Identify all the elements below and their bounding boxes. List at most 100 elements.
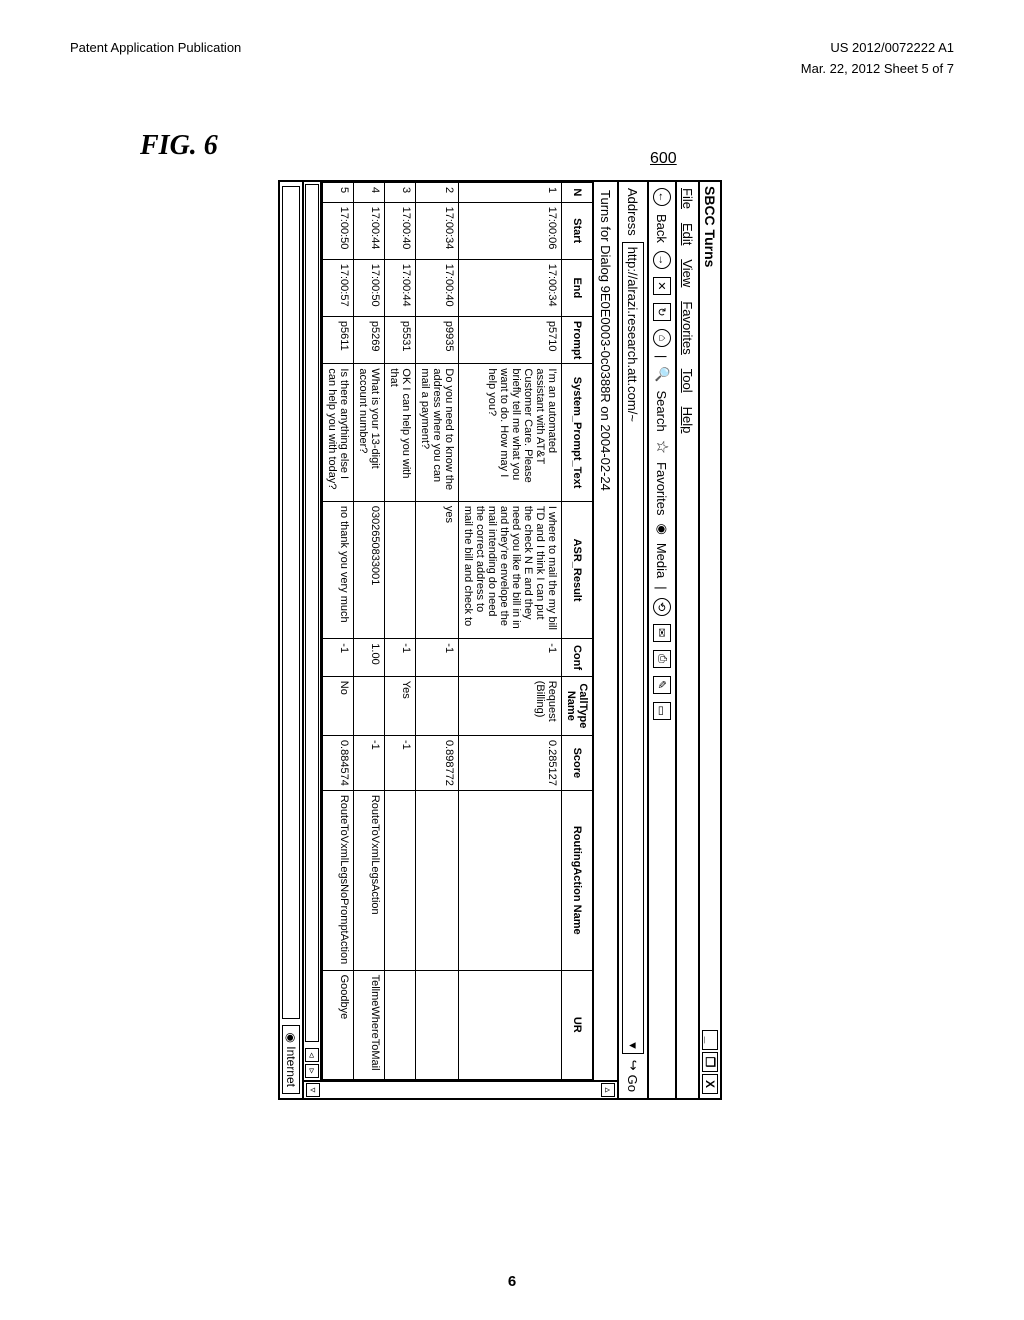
stop-icon[interactable]: ✕ bbox=[653, 277, 671, 295]
scroll-down-icon[interactable]: ▿ bbox=[306, 1083, 320, 1097]
table-row: 217:00:3417:00:40p9935Do you need to kno… bbox=[416, 183, 459, 1080]
cell-system-prompt: Is there anything else I can help you wi… bbox=[323, 364, 354, 501]
cell-prompt: p5611 bbox=[323, 316, 354, 364]
statusbar: ◉ Internet bbox=[280, 182, 304, 1098]
cell-routing bbox=[416, 790, 459, 970]
turns-table: N Start End Prompt System_Prompt_Text AS… bbox=[322, 182, 593, 1080]
minimize-button[interactable]: _ bbox=[702, 1030, 718, 1050]
cell-score: -1 bbox=[385, 735, 416, 790]
address-dropdown-icon[interactable]: ▾ bbox=[625, 1042, 641, 1049]
scroll-left-icon[interactable]: ◃ bbox=[305, 1048, 319, 1062]
browser-window: SBCC Turns _ ❐ X File Edit View Favorite… bbox=[278, 180, 722, 1100]
go-icon: ↪ bbox=[625, 1060, 641, 1071]
horizontal-scrollbar[interactable]: ◃ ▹ bbox=[304, 182, 322, 1080]
cell-conf: -1 bbox=[459, 639, 562, 676]
cell-score: 0.898772 bbox=[416, 735, 459, 790]
table-row: 117:00:0617:00:34p5710I'm an automated a… bbox=[459, 183, 562, 1080]
cell-conf: -1 bbox=[385, 639, 416, 676]
cell-calltype: Request (Billing) bbox=[459, 676, 562, 735]
cell-prompt: p9935 bbox=[416, 316, 459, 364]
table-row: 417:00:4417:00:50p5269What is your 13-di… bbox=[354, 183, 385, 1080]
col-n: N bbox=[562, 183, 593, 203]
cell-routing: RouteToVxmlLegsNoPromptAction bbox=[323, 790, 354, 970]
col-asr: ASR_Result bbox=[562, 501, 593, 638]
cell-system-prompt: I'm an automated assistant with AT&T Cus… bbox=[459, 364, 562, 501]
menu-file[interactable]: File bbox=[680, 188, 695, 209]
cell-calltype bbox=[354, 676, 385, 735]
globe-icon: ◉ bbox=[284, 1032, 298, 1046]
back-label[interactable]: Back bbox=[655, 214, 670, 243]
favorites-icon[interactable]: ☆ bbox=[652, 440, 672, 454]
table-row: 517:00:5017:00:57p5611Is there anything … bbox=[323, 183, 354, 1080]
cell-asr bbox=[385, 501, 416, 638]
cell-start: 17:00:06 bbox=[459, 202, 562, 259]
go-button[interactable]: ↪ Go bbox=[625, 1060, 641, 1092]
media-label[interactable]: Media bbox=[655, 543, 670, 578]
forward-icon[interactable]: → bbox=[653, 251, 671, 269]
cell-prompt: p5710 bbox=[459, 316, 562, 364]
scroll-up-icon[interactable]: ▵ bbox=[601, 1083, 615, 1097]
mail-icon[interactable]: ✉ bbox=[653, 624, 671, 642]
address-value: http://alrazi.research.att.com/~ bbox=[626, 247, 641, 422]
cell-end: 17:00:50 bbox=[354, 259, 385, 316]
favorites-label[interactable]: Favorites bbox=[655, 462, 670, 515]
cell-ur: TellmeWhereToMail bbox=[354, 970, 385, 1079]
cell-start: 17:00:44 bbox=[354, 202, 385, 259]
pub-id: US 2012/0072222 A1 bbox=[830, 40, 954, 55]
doc-icon[interactable]: ▭ bbox=[653, 702, 671, 720]
menu-edit[interactable]: Edit bbox=[680, 223, 695, 245]
cell-conf: -1 bbox=[416, 639, 459, 676]
search-icon[interactable]: 🔍 bbox=[654, 366, 670, 382]
figure-label: FIG. 6 bbox=[140, 130, 218, 162]
menu-view[interactable]: View bbox=[680, 259, 695, 287]
edit-icon[interactable]: ✎ bbox=[653, 676, 671, 694]
search-label[interactable]: Search bbox=[655, 390, 670, 431]
vertical-scrollbar[interactable]: ▵ ▿ bbox=[304, 1080, 617, 1098]
cell-routing bbox=[385, 790, 416, 970]
scroll-right-icon[interactable]: ▹ bbox=[305, 1064, 319, 1078]
scroll-track[interactable] bbox=[305, 184, 319, 1042]
cell-start: 17:00:34 bbox=[416, 202, 459, 259]
back-icon[interactable]: ← bbox=[653, 188, 671, 206]
figure-ref-number: 600 bbox=[650, 150, 677, 168]
cell-end: 17:00:44 bbox=[385, 259, 416, 316]
col-system-prompt: System_Prompt_Text bbox=[562, 364, 593, 501]
cell-score: 0.285127 bbox=[459, 735, 562, 790]
cell-calltype: Yes bbox=[385, 676, 416, 735]
cell-routing bbox=[459, 790, 562, 970]
col-ur: UR bbox=[562, 970, 593, 1079]
menu-favorites[interactable]: Favorites bbox=[680, 301, 695, 354]
home-icon[interactable]: ⌂ bbox=[653, 329, 671, 347]
cell-routing: RouteToVxmlLegsAction bbox=[354, 790, 385, 970]
cell-end: 17:00:57 bbox=[323, 259, 354, 316]
cell-n: 2 bbox=[416, 183, 459, 203]
cell-start: 17:00:50 bbox=[323, 202, 354, 259]
maximize-button[interactable]: ❐ bbox=[702, 1052, 718, 1072]
cell-asr: 0302650833001 bbox=[354, 501, 385, 638]
cell-calltype bbox=[416, 676, 459, 735]
cell-asr: yes bbox=[416, 501, 459, 638]
cell-asr: I where to mail the my bill TD and I thi… bbox=[459, 501, 562, 638]
media-icon[interactable]: ◉ bbox=[654, 524, 670, 535]
cell-conf: 1.00 bbox=[354, 639, 385, 676]
cell-ur bbox=[385, 970, 416, 1079]
page-number: 6 bbox=[508, 1273, 516, 1290]
menu-tool[interactable]: Tool bbox=[680, 369, 695, 393]
address-input[interactable]: http://alrazi.research.att.com/~ ▾ bbox=[622, 242, 644, 1054]
cell-start: 17:00:40 bbox=[385, 202, 416, 259]
cell-conf: -1 bbox=[323, 639, 354, 676]
sheet-info: Mar. 22, 2012 Sheet 5 of 7 bbox=[801, 61, 954, 76]
cell-calltype: No bbox=[323, 676, 354, 735]
col-start: Start bbox=[562, 202, 593, 259]
col-prompt: Prompt bbox=[562, 316, 593, 364]
history-icon[interactable]: ⟲ bbox=[653, 598, 671, 616]
menu-help[interactable]: Help bbox=[680, 407, 695, 434]
col-routing: RoutingAction Name bbox=[562, 790, 593, 970]
cell-ur bbox=[416, 970, 459, 1079]
col-conf: Conf bbox=[562, 639, 593, 676]
refresh-icon[interactable]: ↻ bbox=[653, 303, 671, 321]
menubar: File Edit View Favorites Tool Help bbox=[675, 182, 698, 1098]
close-button[interactable]: X bbox=[702, 1074, 718, 1094]
cell-system-prompt: Do you need to know the address where yo… bbox=[416, 364, 459, 501]
print-icon[interactable]: ⎙ bbox=[653, 650, 671, 668]
